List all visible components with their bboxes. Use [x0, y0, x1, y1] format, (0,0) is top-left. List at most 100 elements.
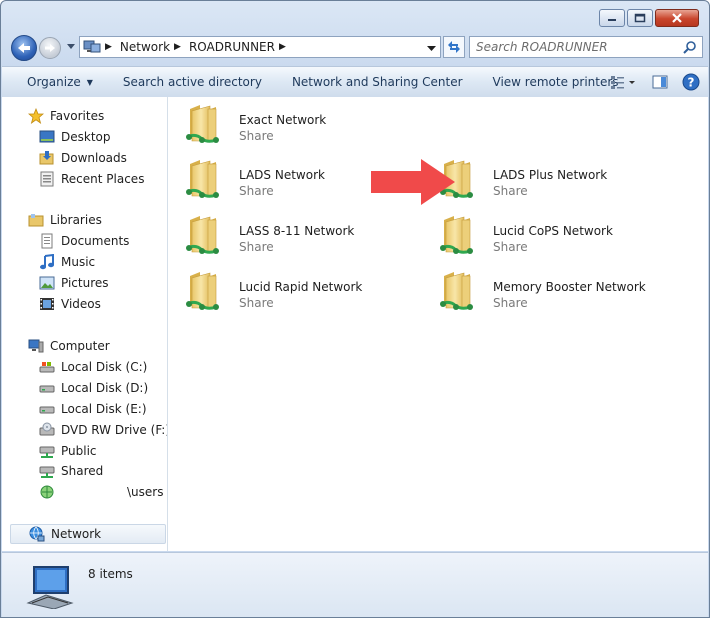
- nav-favorites[interactable]: Favorites: [28, 106, 104, 126]
- item-count: 8 items: [88, 567, 133, 581]
- star-icon: [28, 108, 44, 124]
- recent-pages-dropdown[interactable]: [65, 41, 77, 53]
- search-input[interactable]: [470, 37, 688, 57]
- maximize-button[interactable]: [627, 9, 653, 27]
- minimize-button[interactable]: [599, 9, 625, 27]
- videos-icon: [39, 296, 55, 312]
- nav-libraries[interactable]: Libraries: [28, 210, 102, 230]
- nav-computer[interactable]: Computer: [28, 336, 110, 356]
- help-button[interactable]: ?: [682, 70, 700, 94]
- preview-pane-button[interactable]: [652, 70, 668, 94]
- share-type: Share: [493, 240, 528, 254]
- breadcrumb-roadrunner[interactable]: ROADRUNNER: [189, 40, 275, 54]
- address-dropdown[interactable]: [427, 41, 436, 55]
- share-item[interactable]: Lucid CoPS Network Share: [422, 208, 672, 260]
- view-options-icon: [611, 76, 635, 89]
- hard-drive-icon: [39, 401, 55, 417]
- file-view: Exact Network Share LADS Network Share L…: [168, 97, 708, 551]
- network-sharing-center-button[interactable]: Network and Sharing Center: [277, 70, 478, 94]
- breadcrumb-separator[interactable]: ▶: [279, 42, 286, 52]
- change-view-button[interactable]: [610, 70, 638, 94]
- chevron-down-icon: ▼: [86, 77, 93, 87]
- share-item[interactable]: Lucid Rapid Network Share: [168, 264, 418, 316]
- nav-network-label: Network: [51, 527, 102, 541]
- nav-videos[interactable]: Videos: [39, 294, 101, 314]
- close-icon: [672, 13, 682, 23]
- share-item[interactable]: Memory Booster Network Share: [422, 264, 672, 316]
- nav-dvd-drive-label: DVD RW Drive (F:) LA: [61, 423, 167, 437]
- music-icon: [39, 254, 55, 270]
- search-box[interactable]: [469, 36, 703, 58]
- nav-users[interactable]: \users: [39, 482, 163, 502]
- nav-local-disk-d[interactable]: Local Disk (D:): [39, 378, 148, 398]
- nav-documents-label: Documents: [61, 234, 130, 248]
- network-icon: [83, 40, 101, 53]
- preview-pane-icon: [652, 75, 668, 89]
- share-name: LADS Network: [239, 168, 325, 182]
- breadcrumb-separator[interactable]: ▶: [174, 42, 181, 52]
- nav-desktop-label: Desktop: [61, 130, 111, 144]
- share-item[interactable]: LADS Plus Network Share: [422, 152, 672, 204]
- svg-text:?: ?: [688, 76, 695, 90]
- desktop-icon: [39, 129, 55, 145]
- shared-folder-icon: [186, 158, 222, 200]
- address-bar[interactable]: ▶ Network ▶ ROADRUNNER ▶: [79, 36, 441, 58]
- share-type: Share: [493, 184, 528, 198]
- forward-button[interactable]: [39, 37, 61, 59]
- nav-recent-places-label: Recent Places: [61, 172, 145, 186]
- nav-dvd-drive[interactable]: DVD RW Drive (F:) LA: [39, 420, 167, 440]
- nav-recent-places[interactable]: Recent Places: [39, 169, 144, 189]
- share-item[interactable]: LASS 8-11 Network Share: [168, 208, 418, 260]
- shared-folder-icon: [186, 270, 222, 312]
- explorer-window: ▶ Network ▶ ROADRUNNER ▶ Organize ▼ Searc…: [0, 0, 710, 618]
- nav-downloads[interactable]: Downloads: [39, 148, 127, 168]
- downloads-icon: [39, 150, 55, 166]
- caption-buttons: [599, 9, 699, 27]
- system-drive-icon: [39, 359, 55, 375]
- search-active-directory-button[interactable]: Search active directory: [108, 70, 277, 94]
- nav-desktop[interactable]: Desktop: [39, 127, 111, 147]
- back-button[interactable]: [11, 35, 37, 61]
- nav-documents[interactable]: Documents: [39, 231, 129, 251]
- nav-local-disk-c[interactable]: Local Disk (C:): [39, 357, 147, 377]
- refresh-button[interactable]: [443, 36, 465, 58]
- navigation-bar: ▶ Network ▶ ROADRUNNER ▶: [9, 33, 703, 61]
- computer-icon: [28, 338, 44, 354]
- nav-public[interactable]: Public (: [39, 441, 167, 461]
- close-button[interactable]: [655, 9, 699, 27]
- maximize-icon: [634, 13, 646, 23]
- share-item[interactable]: Exact Network Share: [168, 97, 418, 149]
- share-name: Exact Network: [239, 113, 327, 127]
- network-computer-icon: [26, 566, 74, 609]
- hard-drive-icon: [39, 380, 55, 396]
- dvd-drive-icon: [39, 422, 55, 438]
- forward-arrow-icon: [45, 44, 55, 52]
- organize-menu[interactable]: Organize ▼: [2, 70, 108, 94]
- network-globe-icon: [29, 526, 45, 542]
- nav-local-disk-e[interactable]: Local Disk (E:): [39, 399, 147, 419]
- share-name: Memory Booster Network: [493, 280, 646, 294]
- share-type: Share: [239, 296, 274, 310]
- nav-shared-label: Shared: [61, 464, 104, 478]
- organize-label: Organize: [27, 75, 81, 89]
- share-type: Share: [239, 184, 274, 198]
- nav-users-label: \users: [127, 485, 164, 499]
- nav-libraries-label: Libraries: [50, 213, 102, 227]
- nav-network[interactable]: Network: [10, 524, 166, 544]
- breadcrumb-separator[interactable]: ▶: [105, 42, 112, 52]
- nav-pictures[interactable]: Pictures: [39, 273, 109, 293]
- share-name: Lucid Rapid Network: [239, 280, 363, 294]
- share-type: Share: [239, 240, 274, 254]
- pictures-icon: [39, 275, 55, 291]
- breadcrumb-network[interactable]: Network: [120, 40, 170, 54]
- share-type: Share: [493, 296, 528, 310]
- shared-folder-icon: [186, 214, 222, 256]
- navigation-pane: Favorites Desktop Downloads Recent Place…: [2, 97, 168, 551]
- back-arrow-icon: [18, 43, 30, 53]
- nav-computer-label: Computer: [50, 339, 110, 353]
- nav-shared[interactable]: Shared (: [39, 461, 167, 481]
- command-bar: Organize ▼ Search active directory Networ…: [2, 66, 708, 98]
- nav-music[interactable]: Music: [39, 252, 95, 272]
- documents-icon: [39, 233, 55, 249]
- nav-public-label: Public: [61, 444, 97, 458]
